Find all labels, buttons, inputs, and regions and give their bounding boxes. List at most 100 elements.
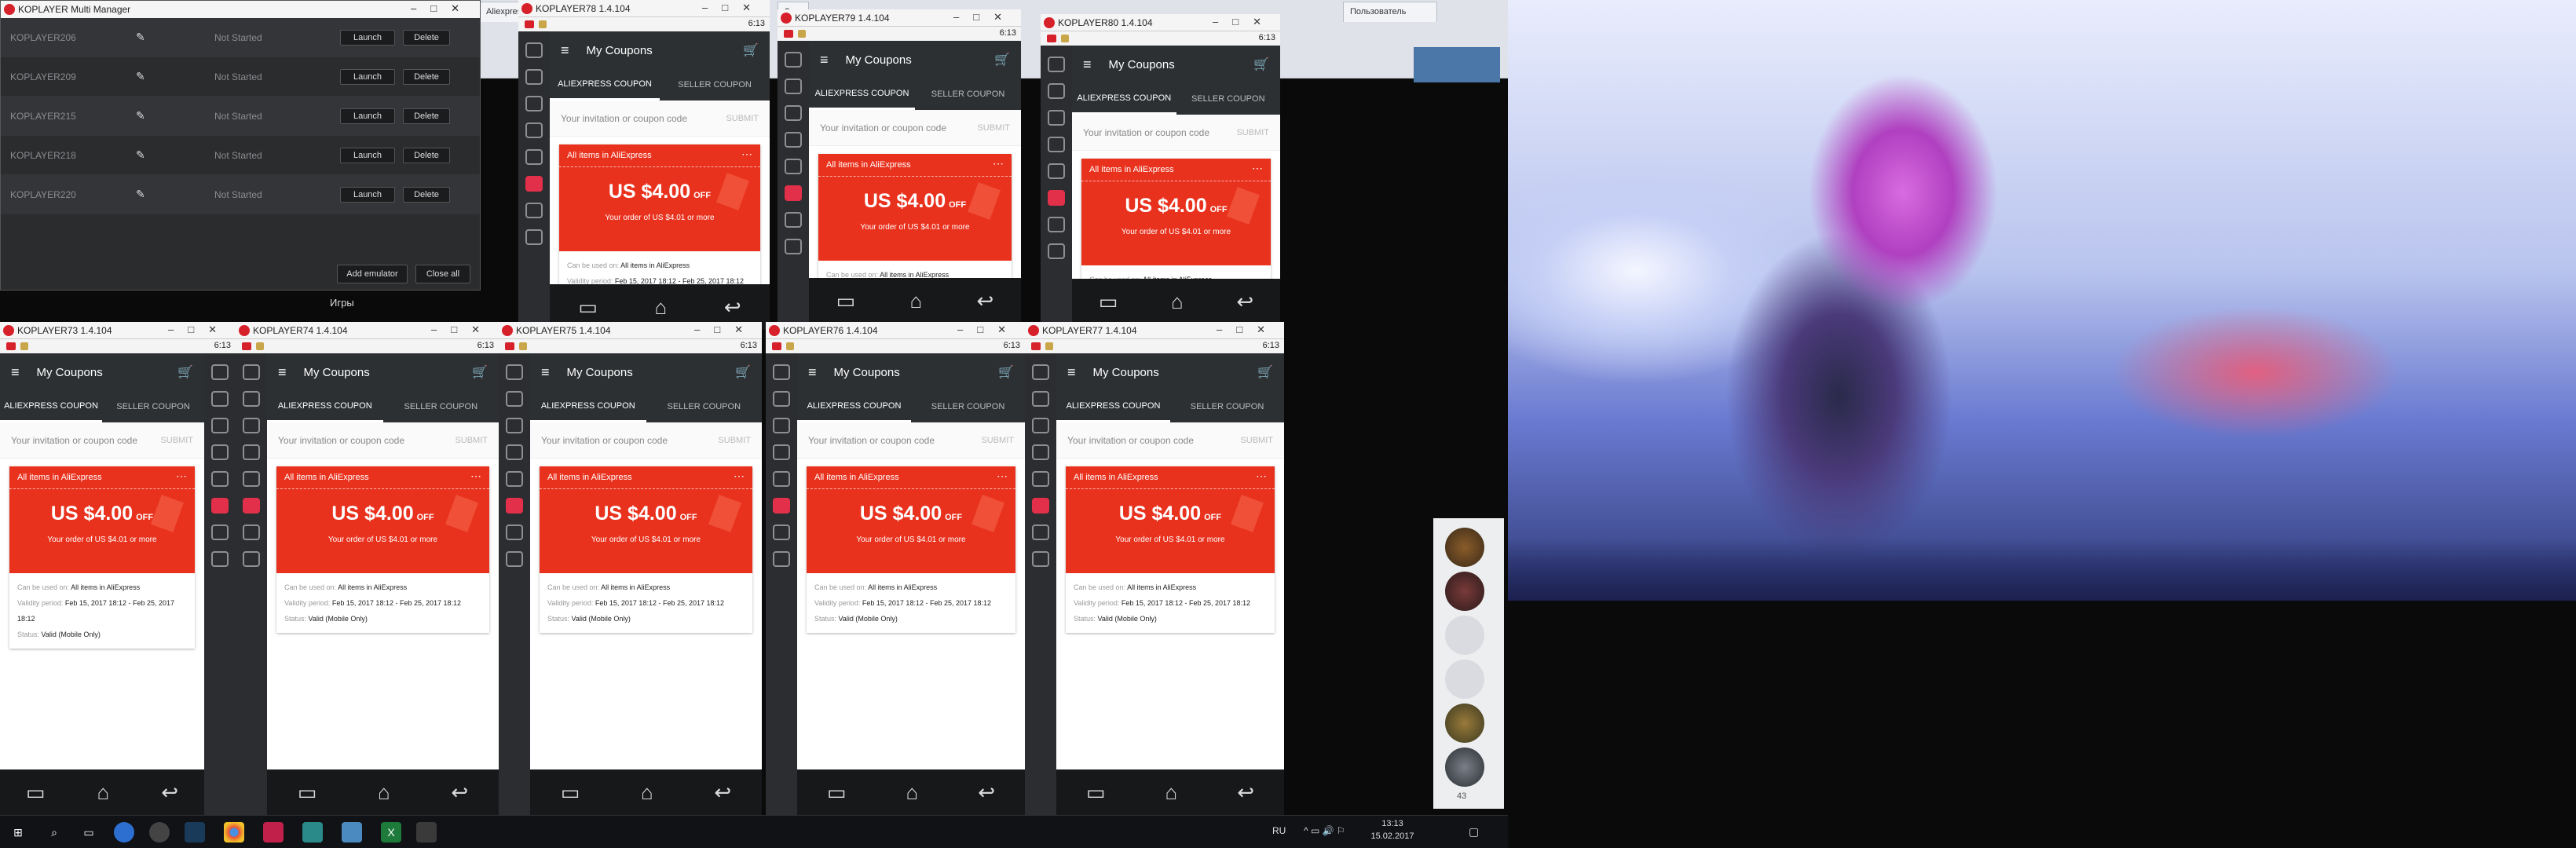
menu-icon[interactable]: ≡ <box>1067 364 1076 381</box>
folder-icon[interactable] <box>773 418 790 433</box>
steam-icon[interactable] <box>185 822 205 843</box>
tab-aliexpress-coupon[interactable]: ALIEXPRESS COUPON <box>530 391 646 422</box>
coupon-code-field[interactable]: Your invitation or coupon code SUBMIT <box>530 422 762 459</box>
window-controls[interactable]: –□✕ <box>1213 16 1275 28</box>
menu-icon[interactable]: ≡ <box>561 42 569 59</box>
folder-icon[interactable] <box>1032 418 1049 433</box>
keyboard-icon[interactable] <box>773 364 790 380</box>
shake-icon[interactable] <box>1032 444 1049 460</box>
recent-apps-icon[interactable]: ▭ <box>578 295 598 320</box>
recent-apps-icon[interactable]: ▭ <box>561 780 580 805</box>
back-icon[interactable]: ↩ <box>1237 780 1254 805</box>
edit-icon[interactable]: ✎ <box>136 109 214 122</box>
scissors-icon[interactable] <box>211 391 229 407</box>
location-icon[interactable] <box>525 149 543 165</box>
launch-button[interactable]: Launch <box>340 108 395 124</box>
record-icon[interactable] <box>211 498 229 514</box>
avatar[interactable] <box>1445 704 1484 743</box>
recent-apps-icon[interactable]: ▭ <box>827 780 847 805</box>
launch-button[interactable]: Launch <box>340 147 395 163</box>
notifications-icon[interactable]: ▢ <box>1469 825 1479 839</box>
location-icon[interactable] <box>1048 163 1065 179</box>
submit-button[interactable]: SUBMIT <box>981 436 1014 445</box>
keyboard-icon[interactable] <box>243 364 260 380</box>
volume-up-icon[interactable] <box>525 229 543 245</box>
tab-seller-coupon[interactable]: SELLER COUPON <box>1170 391 1284 422</box>
coupon-code-placeholder[interactable]: Your invitation or coupon code <box>1083 127 1209 138</box>
cart-icon[interactable]: 🛒 <box>998 364 1014 380</box>
coupon-code-field[interactable]: Your invitation or coupon code SUBMIT <box>1072 115 1280 151</box>
back-icon[interactable]: ↩ <box>161 780 178 805</box>
record-icon[interactable] <box>1032 498 1049 514</box>
cart-icon[interactable]: 🛒 <box>1253 57 1269 72</box>
back-icon[interactable]: ↩ <box>724 295 741 320</box>
home-icon[interactable]: ⌂ <box>378 780 390 805</box>
back-icon[interactable]: ↩ <box>977 289 994 313</box>
delete-button[interactable]: Delete <box>403 29 450 46</box>
more-icon[interactable]: ⋯ <box>1256 470 1267 483</box>
tab-seller-coupon[interactable]: SELLER COUPON <box>646 391 763 422</box>
tab-seller-coupon[interactable]: SELLER COUPON <box>911 391 1025 422</box>
location-icon[interactable] <box>773 471 790 487</box>
cart-icon[interactable]: 🛒 <box>735 364 751 380</box>
volume-up-icon[interactable] <box>243 551 260 567</box>
launch-button[interactable]: Launch <box>340 68 395 85</box>
window-controls[interactable]: –□✕ <box>1217 323 1279 336</box>
tab-seller-coupon[interactable]: SELLER COUPON <box>1176 83 1281 115</box>
coupon-code-field[interactable]: Your invitation or coupon code SUBMIT <box>809 110 1021 146</box>
coupon-card[interactable]: All items in AliExpress ⋯ US $4.00 OFF Yo… <box>540 466 752 633</box>
more-icon[interactable]: ⋯ <box>993 157 1004 170</box>
close-all-button[interactable]: Close all <box>415 265 470 283</box>
tab-aliexpress-coupon[interactable]: ALIEXPRESS COUPON <box>0 391 102 422</box>
coupon-card[interactable]: All items in AliExpress ⋯ US $4.00 OFF Yo… <box>807 466 1015 633</box>
add-emulator-button[interactable]: Add emulator <box>337 265 408 283</box>
volume-up-icon[interactable] <box>773 551 790 567</box>
record-icon[interactable] <box>525 176 543 192</box>
back-icon[interactable]: ↩ <box>451 780 468 805</box>
window-controls[interactable]: –□✕ <box>953 11 1016 24</box>
coupon-card[interactable]: All items in AliExpress ⋯ US $4.00 OFF Yo… <box>1081 159 1271 279</box>
shake-icon[interactable] <box>525 122 543 138</box>
launch-button[interactable]: Launch <box>340 29 395 46</box>
task-view-icon[interactable]: ▭ <box>79 822 99 843</box>
app-icon[interactable] <box>149 822 170 843</box>
record-icon[interactable] <box>785 185 802 201</box>
language-indicator[interactable]: RU <box>1272 825 1286 836</box>
shake-icon[interactable] <box>243 444 260 460</box>
window-controls[interactable]: –□✕ <box>702 2 765 14</box>
avatar[interactable] <box>1445 747 1484 787</box>
home-icon[interactable]: ⌂ <box>906 780 919 805</box>
tab-aliexpress-coupon[interactable]: ALIEXPRESS COUPON <box>797 391 911 422</box>
excel-icon[interactable]: X <box>381 822 401 843</box>
coupon-card[interactable]: All items in AliExpress ⋯ US $4.00 OFF Yo… <box>9 466 195 649</box>
delete-button[interactable]: Delete <box>403 147 450 163</box>
more-icon[interactable]: ⋯ <box>176 470 187 483</box>
app-icon[interactable] <box>302 822 323 843</box>
menu-icon[interactable]: ≡ <box>541 364 550 381</box>
coupon-code-field[interactable]: Your invitation or coupon code SUBMIT <box>267 422 499 459</box>
coupon-code-placeholder[interactable]: Your invitation or coupon code <box>820 122 946 133</box>
coupon-card[interactable]: All items in AliExpress ⋯ US $4.00 OFF Yo… <box>559 144 760 284</box>
app-icon[interactable] <box>416 822 437 843</box>
scissors-icon[interactable] <box>506 391 523 407</box>
koplayer-icon[interactable] <box>263 822 284 843</box>
volume-up-icon[interactable] <box>785 239 802 254</box>
folder-icon[interactable] <box>243 418 260 433</box>
menu-icon[interactable]: ≡ <box>1083 57 1092 73</box>
more-icon[interactable]: ⋯ <box>470 470 481 483</box>
settings-icon[interactable] <box>773 525 790 540</box>
cart-icon[interactable]: 🛒 <box>994 52 1010 68</box>
tab-aliexpress-coupon[interactable]: ALIEXPRESS COUPON <box>1056 391 1170 422</box>
record-icon[interactable] <box>243 498 260 514</box>
submit-button[interactable]: SUBMIT <box>718 436 751 445</box>
scissors-icon[interactable] <box>785 79 802 94</box>
home-icon[interactable]: ⌂ <box>97 780 110 805</box>
app-icon[interactable] <box>114 822 134 843</box>
menu-icon[interactable]: ≡ <box>820 52 829 68</box>
tab-seller-coupon[interactable]: SELLER COUPON <box>660 69 770 101</box>
scissors-icon[interactable] <box>525 69 543 85</box>
shake-icon[interactable] <box>211 444 229 460</box>
window-controls[interactable]: –□✕ <box>957 323 1020 336</box>
settings-icon[interactable] <box>1048 217 1065 232</box>
tab-aliexpress-coupon[interactable]: ALIEXPRESS COUPON <box>550 69 660 101</box>
